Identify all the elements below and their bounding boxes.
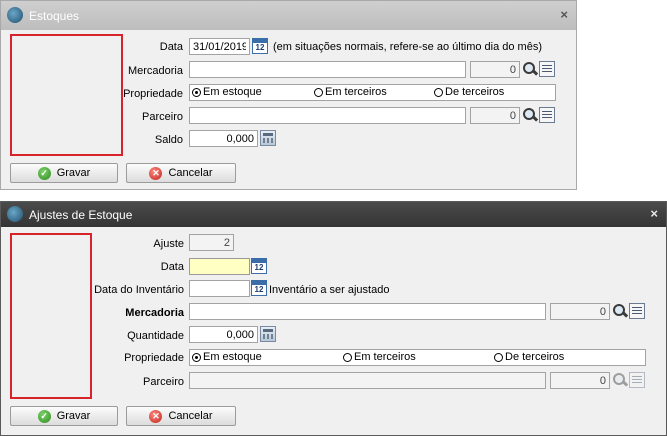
- data-inventario-hint: Inventário a ser ajustado: [269, 284, 390, 296]
- radio-em-estoque[interactable]: Em estoque: [192, 86, 262, 98]
- parceiro-label: Parceiro: [142, 111, 183, 123]
- search-icon[interactable]: [522, 107, 538, 123]
- estoques-window: Estoques × Data 12 (em situações normais…: [0, 0, 577, 190]
- app-logo-icon: [7, 206, 23, 222]
- radio-em-estoque[interactable]: Em estoque: [192, 351, 262, 363]
- data-inventario-field[interactable]: [189, 280, 250, 297]
- window-title: Ajustes de Estoque: [29, 208, 133, 222]
- cancel-icon: ✕: [149, 166, 163, 180]
- list-icon[interactable]: [629, 303, 645, 319]
- estoques-titlebar[interactable]: Estoques ×: [1, 1, 576, 30]
- calculator-icon[interactable]: [260, 130, 276, 146]
- calendar-icon[interactable]: 12: [252, 38, 268, 54]
- parceiro-input: [189, 372, 546, 389]
- propriedade-radiogroup: Em estoque Em terceiros De terceiros: [189, 84, 556, 101]
- gravar-button[interactable]: ✓ Gravar: [10, 406, 118, 426]
- radio-selected-icon: [192, 352, 201, 362]
- radio-unselected-icon: [434, 87, 443, 97]
- calendar-icon[interactable]: 12: [251, 258, 267, 274]
- cancelar-button[interactable]: ✕ Cancelar: [126, 163, 236, 183]
- data-field[interactable]: [189, 258, 250, 275]
- data-field[interactable]: [189, 38, 250, 55]
- ajustes-titlebar[interactable]: Ajustes de Estoque ×: [1, 202, 666, 227]
- data-label: Data: [159, 41, 183, 53]
- list-icon: [629, 372, 645, 388]
- mercadoria-input[interactable]: [189, 61, 466, 78]
- calculator-icon[interactable]: [260, 326, 276, 342]
- search-icon: [612, 372, 628, 388]
- list-icon[interactable]: [539, 61, 555, 77]
- ajustes-window: Ajustes de Estoque × Ajuste Data 12 Data…: [0, 201, 667, 436]
- app-logo-icon: [7, 7, 23, 23]
- window-title: Estoques: [29, 9, 80, 23]
- quantidade-input[interactable]: [189, 326, 258, 343]
- radio-em-terceiros[interactable]: Em terceiros: [314, 86, 387, 98]
- ajuste-label: Ajuste: [153, 238, 184, 250]
- radio-selected-icon: [192, 87, 201, 97]
- search-icon[interactable]: [612, 303, 628, 319]
- saldo-label: Saldo: [154, 134, 183, 146]
- list-icon[interactable]: [539, 107, 555, 123]
- search-icon[interactable]: [522, 61, 538, 77]
- calendar-icon[interactable]: 12: [251, 280, 267, 296]
- photo-placeholder: [10, 233, 92, 399]
- parceiro-code-field[interactable]: [470, 107, 520, 124]
- data-label: Data: [160, 261, 184, 273]
- propriedade-label: Propriedade: [124, 352, 184, 364]
- parceiro-input[interactable]: [189, 107, 466, 124]
- radio-de-terceiros[interactable]: De terceiros: [434, 86, 504, 98]
- gravar-button[interactable]: ✓ Gravar: [10, 163, 118, 183]
- check-icon: ✓: [37, 409, 51, 423]
- radio-em-terceiros[interactable]: Em terceiros: [343, 351, 416, 363]
- mercadoria-code-field[interactable]: [550, 303, 610, 320]
- propriedade-label: Propriedade: [123, 88, 183, 100]
- quantidade-label: Quantidade: [127, 330, 184, 342]
- close-icon[interactable]: ×: [560, 7, 568, 22]
- parceiro-label: Parceiro: [143, 376, 184, 388]
- close-icon[interactable]: ×: [650, 206, 658, 221]
- parceiro-code-field: [550, 372, 610, 389]
- mercadoria-label: Mercadoria: [125, 307, 184, 319]
- check-icon: ✓: [37, 166, 51, 180]
- cancel-icon: ✕: [149, 409, 163, 423]
- mercadoria-input[interactable]: [189, 303, 546, 320]
- saldo-input[interactable]: [189, 130, 258, 147]
- radio-de-terceiros[interactable]: De terceiros: [494, 351, 564, 363]
- mercadoria-code-field[interactable]: [470, 61, 520, 78]
- cancelar-button[interactable]: ✕ Cancelar: [126, 406, 236, 426]
- propriedade-radiogroup: Em estoque Em terceiros De terceiros: [189, 349, 646, 366]
- photo-placeholder: [10, 34, 123, 156]
- ajuste-field: [189, 234, 234, 251]
- data-hint: (em situações normais, refere-se ao últi…: [273, 41, 542, 53]
- radio-unselected-icon: [314, 87, 323, 97]
- mercadoria-label: Mercadoria: [127, 65, 183, 77]
- radio-unselected-icon: [494, 352, 503, 362]
- data-inventario-label: Data do Inventário: [94, 284, 184, 296]
- radio-unselected-icon: [343, 352, 352, 362]
